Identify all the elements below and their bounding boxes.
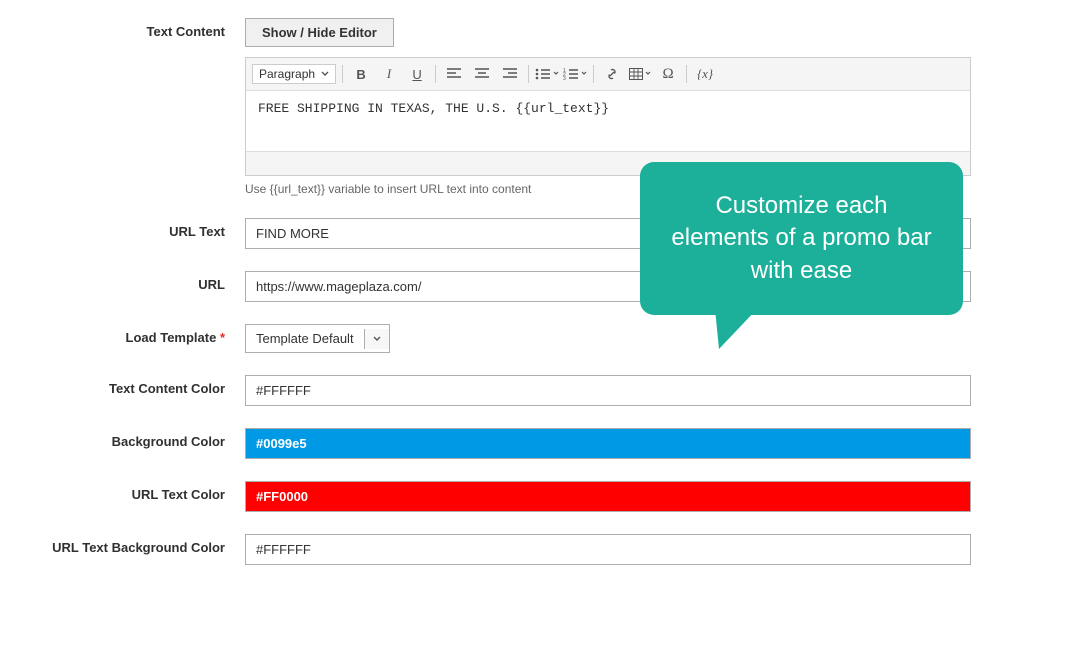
text-content-label: Text Content [0, 18, 245, 39]
annotation-callout: Customize each elements of a promo bar w… [640, 162, 963, 315]
url-text-color-input[interactable] [245, 481, 971, 512]
toolbar-separator [686, 65, 687, 83]
chevron-down-icon [321, 70, 329, 78]
text-content-color-input[interactable] [245, 375, 971, 406]
align-right-button[interactable] [498, 62, 522, 86]
italic-button[interactable]: I [377, 62, 401, 86]
url-text-color-label: URL Text Color [0, 481, 245, 502]
background-color-input[interactable] [245, 428, 971, 459]
chevron-down-icon [364, 329, 389, 349]
underline-button[interactable]: U [405, 62, 429, 86]
load-template-select[interactable]: Template Default [245, 324, 390, 353]
toolbar-separator [342, 65, 343, 83]
background-color-label: Background Color [0, 428, 245, 449]
editor-content[interactable]: FREE SHIPPING IN TEXAS, THE U.S. {{url_t… [246, 91, 970, 151]
align-left-button[interactable] [442, 62, 466, 86]
callout-text: Customize each elements of a promo bar w… [671, 192, 931, 284]
insert-variable-button[interactable]: {x} [693, 62, 717, 86]
insert-table-button[interactable] [628, 62, 652, 86]
editor-toolbar: Paragraph B I U 123 [246, 58, 970, 91]
align-center-button[interactable] [470, 62, 494, 86]
show-hide-editor-button[interactable]: Show / Hide Editor [245, 18, 394, 47]
toolbar-separator [528, 65, 529, 83]
toolbar-separator [593, 65, 594, 83]
url-text-bg-color-input[interactable] [245, 534, 971, 565]
bold-button[interactable]: B [349, 62, 373, 86]
paragraph-format-label: Paragraph [259, 67, 315, 81]
special-char-button[interactable]: Ω [656, 62, 680, 86]
url-text-label: URL Text [0, 218, 245, 239]
url-text-bg-color-label: URL Text Background Color [0, 534, 245, 555]
svg-text:3: 3 [563, 76, 566, 80]
bullet-list-button[interactable] [535, 62, 559, 86]
numbered-list-button[interactable]: 123 [563, 62, 587, 86]
text-content-color-label: Text Content Color [0, 375, 245, 396]
load-template-value: Template Default [246, 325, 364, 352]
insert-link-button[interactable] [600, 62, 624, 86]
url-label: URL [0, 271, 245, 292]
toolbar-separator [435, 65, 436, 83]
paragraph-format-select[interactable]: Paragraph [252, 64, 336, 84]
rich-text-editor: Paragraph B I U 123 [245, 57, 971, 176]
load-template-label: Load Template [0, 324, 245, 345]
